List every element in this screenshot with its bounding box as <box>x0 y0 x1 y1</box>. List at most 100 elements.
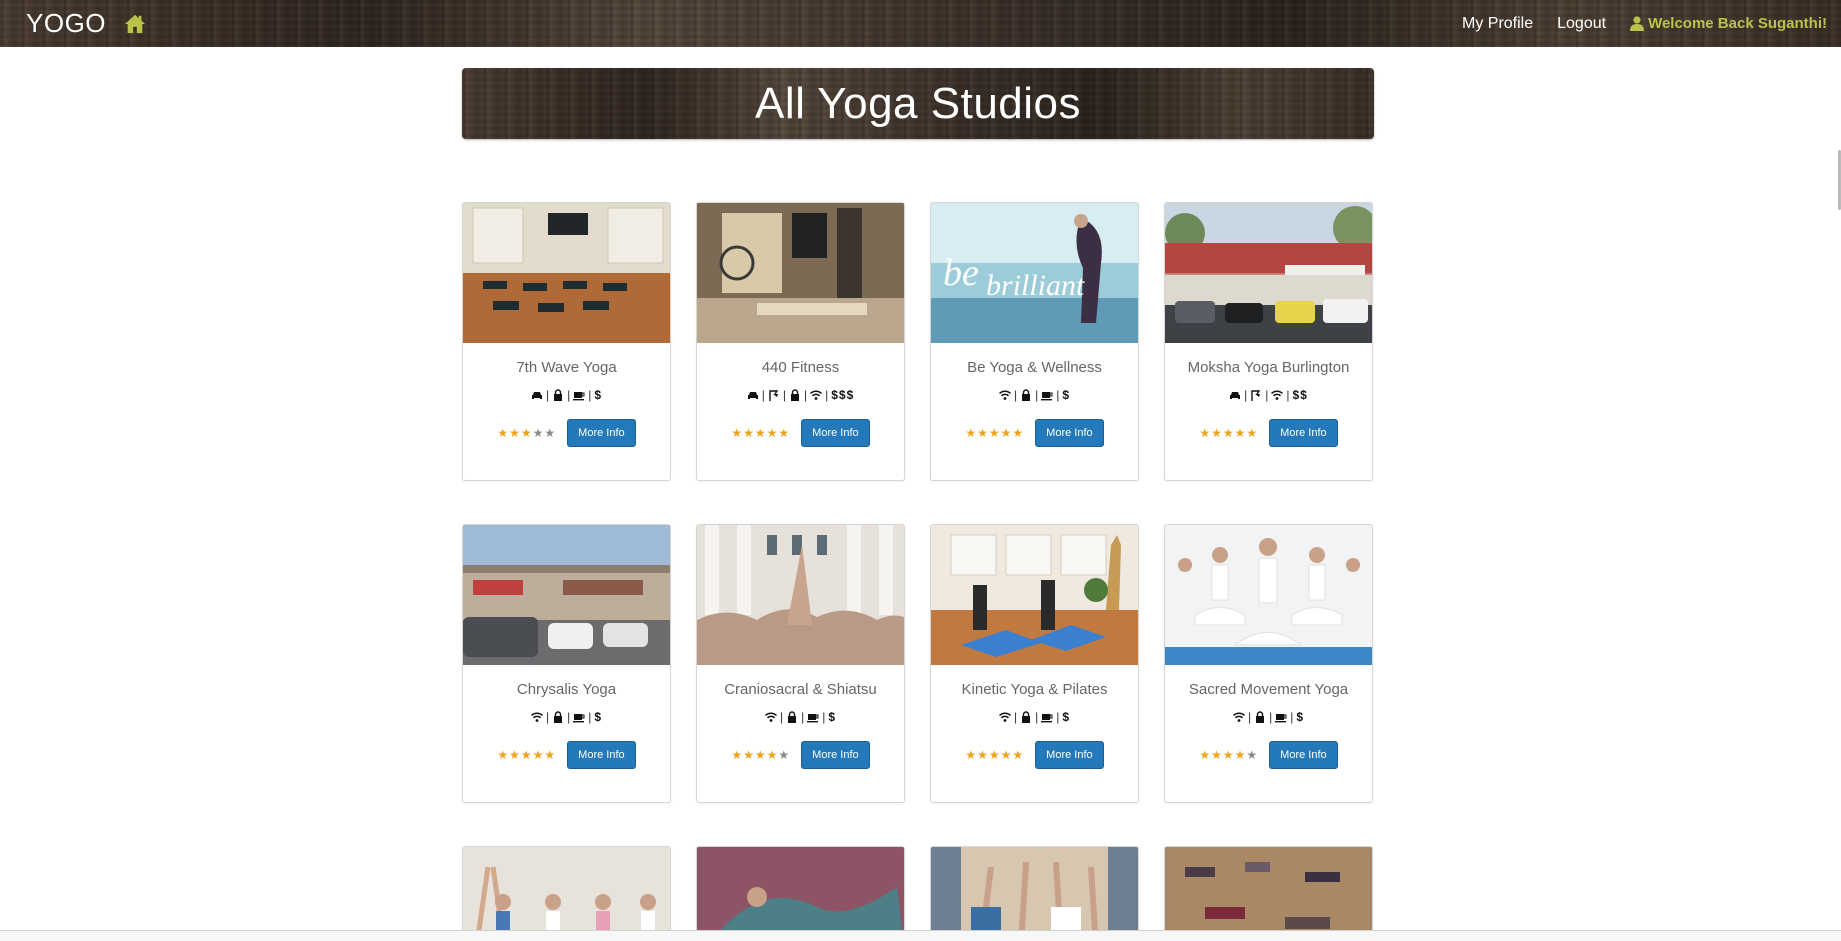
studio-name[interactable]: Sacred Movement Yoga <box>1165 681 1372 699</box>
star-icon: ★ <box>778 426 790 440</box>
welcome-text: Welcome Back Suganthi! <box>1648 15 1827 32</box>
more-info-button[interactable]: More Info <box>567 419 636 447</box>
studio-photo[interactable] <box>463 525 670 665</box>
studio-photo[interactable] <box>463 203 670 343</box>
studio-card <box>462 846 671 941</box>
home-icon[interactable] <box>124 13 146 35</box>
price-level: $$ <box>1292 388 1308 402</box>
studio-card: Craniosacral & Shiatsu | | | $ ★ ★ ★ ★ ★ Mor… <box>696 524 905 803</box>
studio-photo[interactable] <box>1165 203 1372 343</box>
star-icon: ★ <box>509 748 520 762</box>
coffee-icon <box>1041 711 1053 723</box>
studio-card: Chrysalis Yoga | | | $ ★ ★ ★ ★ ★ More Info <box>462 524 671 803</box>
star-icon: ★ <box>754 426 766 440</box>
studio-name[interactable]: Kinetic Yoga & Pilates <box>931 681 1138 699</box>
amenity-list: | | | $ <box>463 387 670 403</box>
more-info-button[interactable]: More Info <box>1035 419 1104 447</box>
separator: | <box>1056 388 1060 402</box>
brand-logo[interactable]: YOGO <box>26 8 106 39</box>
separator: | <box>1269 710 1273 724</box>
star-rating: ★ ★ ★ ★ ★ <box>497 749 555 761</box>
studio-photo[interactable] <box>931 525 1138 665</box>
star-icon: ★ <box>1199 748 1211 762</box>
studio-name[interactable]: Chrysalis Yoga <box>463 681 670 699</box>
my-profile-link[interactable]: My Profile <box>1462 15 1533 33</box>
studio-photo[interactable] <box>931 847 1138 941</box>
car-icon <box>747 389 759 401</box>
wifi-icon <box>810 389 823 401</box>
separator: | <box>545 388 550 402</box>
star-icon: ★ <box>1211 748 1222 762</box>
star-icon: ★ <box>1246 748 1258 762</box>
separator: | <box>822 710 826 724</box>
star-icon: ★ <box>731 426 743 440</box>
star-icon: ★ <box>497 426 509 440</box>
more-info-button[interactable]: More Info <box>1269 741 1338 769</box>
studio-photo[interactable] <box>697 525 904 665</box>
more-info-button[interactable]: More Info <box>567 741 636 769</box>
rating-row: ★ ★ ★ ★ ★ More Info <box>931 419 1138 447</box>
studio-name[interactable]: Craniosacral & Shiatsu <box>697 681 904 699</box>
separator: | <box>1286 388 1290 402</box>
separator: | <box>545 710 550 724</box>
separator: | <box>782 388 786 402</box>
coffee-icon <box>1041 389 1053 401</box>
car-icon <box>1229 389 1241 401</box>
more-info-button[interactable]: More Info <box>1269 419 1338 447</box>
lock-icon <box>1254 711 1266 723</box>
wifi-icon <box>998 711 1011 723</box>
star-icon: ★ <box>1000 426 1012 440</box>
studio-photo[interactable] <box>463 847 670 941</box>
coffee-icon <box>573 711 585 723</box>
more-info-button[interactable]: More Info <box>1035 741 1104 769</box>
studio-photo[interactable] <box>1165 525 1372 665</box>
studio-name[interactable]: 7th Wave Yoga <box>463 359 670 377</box>
separator: | <box>801 710 805 724</box>
star-icon: ★ <box>532 748 544 762</box>
star-icon: ★ <box>731 748 743 762</box>
lock-icon <box>1020 389 1032 401</box>
welcome-message[interactable]: Welcome Back Suganthi! <box>1630 15 1827 32</box>
shower-icon <box>1250 389 1262 401</box>
studio-photo[interactable] <box>697 847 904 941</box>
studio-name[interactable]: 440 Fitness <box>697 359 904 377</box>
logout-link[interactable]: Logout <box>1557 15 1606 33</box>
studio-photo[interactable] <box>697 203 904 343</box>
star-rating: ★ ★ ★ ★ ★ <box>1199 427 1257 439</box>
star-icon: ★ <box>754 748 766 762</box>
user-icon <box>1630 16 1645 31</box>
star-icon: ★ <box>743 426 754 440</box>
separator: | <box>825 388 829 402</box>
studio-name[interactable]: Be Yoga & Wellness <box>931 359 1138 377</box>
brand: YOGO <box>26 8 146 39</box>
star-icon: ★ <box>1246 426 1258 440</box>
star-icon: ★ <box>532 426 544 440</box>
lock-icon <box>1020 711 1032 723</box>
price-level: $ <box>594 388 603 402</box>
more-info-button[interactable]: More Info <box>801 741 870 769</box>
studio-photo[interactable] <box>1165 847 1372 941</box>
studio-name[interactable]: Moksha Yoga Burlington <box>1165 359 1372 377</box>
separator: | <box>803 388 808 402</box>
price-level: $ <box>594 710 603 724</box>
wifi-icon <box>1271 389 1284 401</box>
star-rating: ★ ★ ★ ★ ★ <box>497 427 555 439</box>
star-icon: ★ <box>497 748 509 762</box>
star-icon: ★ <box>544 748 556 762</box>
star-icon: ★ <box>1234 748 1246 762</box>
coffee-icon <box>807 711 819 723</box>
rating-row: ★ ★ ★ ★ ★ More Info <box>1165 741 1372 769</box>
price-level: $ <box>828 710 837 724</box>
coffee-icon <box>573 389 585 401</box>
star-icon: ★ <box>977 748 988 762</box>
wifi-icon <box>530 711 543 723</box>
studio-card: 440 Fitness | | | | $$$ ★ ★ ★ ★ ★ More Info <box>696 202 905 481</box>
star-rating: ★ ★ ★ ★ ★ <box>731 749 789 761</box>
more-info-button[interactable]: More Info <box>801 419 870 447</box>
studio-photo[interactable]: be brilliant <box>931 203 1138 343</box>
amenity-list: | | | $ <box>931 709 1138 725</box>
separator: | <box>1290 710 1294 724</box>
car-icon <box>531 389 543 401</box>
rating-row: ★ ★ ★ ★ ★ More Info <box>697 741 904 769</box>
star-icon: ★ <box>1012 426 1024 440</box>
